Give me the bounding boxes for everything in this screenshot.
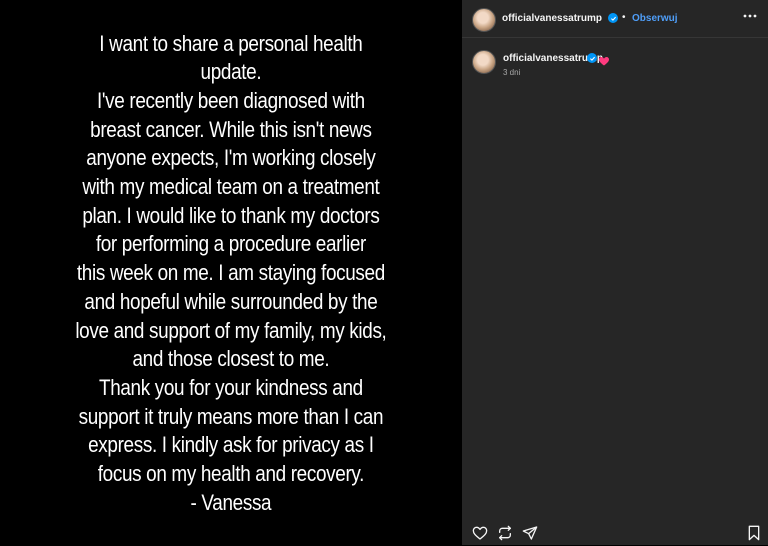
avatar[interactable] [472,8,496,32]
post-text-line: and those closest to me. [132,346,330,372]
more-options-icon[interactable] [742,8,758,24]
caption-verified-badge-icon [587,53,597,63]
action-bar [462,517,768,545]
post-text-line: support it truly means more than I can [78,403,384,429]
post-text-line: for performing a procedure earlier [95,231,367,257]
follow-button[interactable]: Obserwuj [632,13,678,24]
bookmark-icon[interactable] [746,525,762,541]
caption-avatar[interactable] [472,50,496,74]
separator-dot: • [622,12,626,23]
post-text: I want to share a personal health update… [75,28,386,518]
post-media: I want to share a personal health update… [0,0,462,545]
post-timestamp[interactable]: 3 dni [503,68,520,77]
post-text-line: express. I kindly ask for privacy as I [88,432,374,458]
send-icon[interactable] [522,525,538,541]
post-text-line: - Vanessa [190,489,272,515]
pink-heart-icon [599,53,609,71]
header-username[interactable]: officialvanessatrump [502,13,602,24]
post-text-line: I've recently been diagnosed with [97,87,365,113]
post-text-line: and hopeful while surrounded by the [84,288,378,314]
verified-badge-icon [608,13,618,23]
post-text-line: Thank you for your kindness and [99,374,363,400]
post-text-line: love and support of my family, my kids, [75,317,387,343]
post-text-line: this week on me. I am staying focused [76,260,386,286]
post-text-line: with my medical team on a treatment [82,174,380,200]
post-text-line: breast cancer. While this isn't news [90,116,372,142]
post-text-line: anyone expects, I'm working closely [86,145,376,171]
post-side-panel: officialvanessatrump • Obserwuj official… [462,0,768,545]
post-header: officialvanessatrump • Obserwuj [462,0,768,38]
repost-icon[interactable] [497,525,513,541]
post-text-line: focus on my health and recovery. [97,461,365,487]
heart-outline-icon[interactable] [472,525,488,541]
post-text-line: update. [200,59,262,85]
post-text-line: plan. I would like to thank my doctors [82,202,380,228]
post-text-line: I want to share a personal health [99,30,363,56]
